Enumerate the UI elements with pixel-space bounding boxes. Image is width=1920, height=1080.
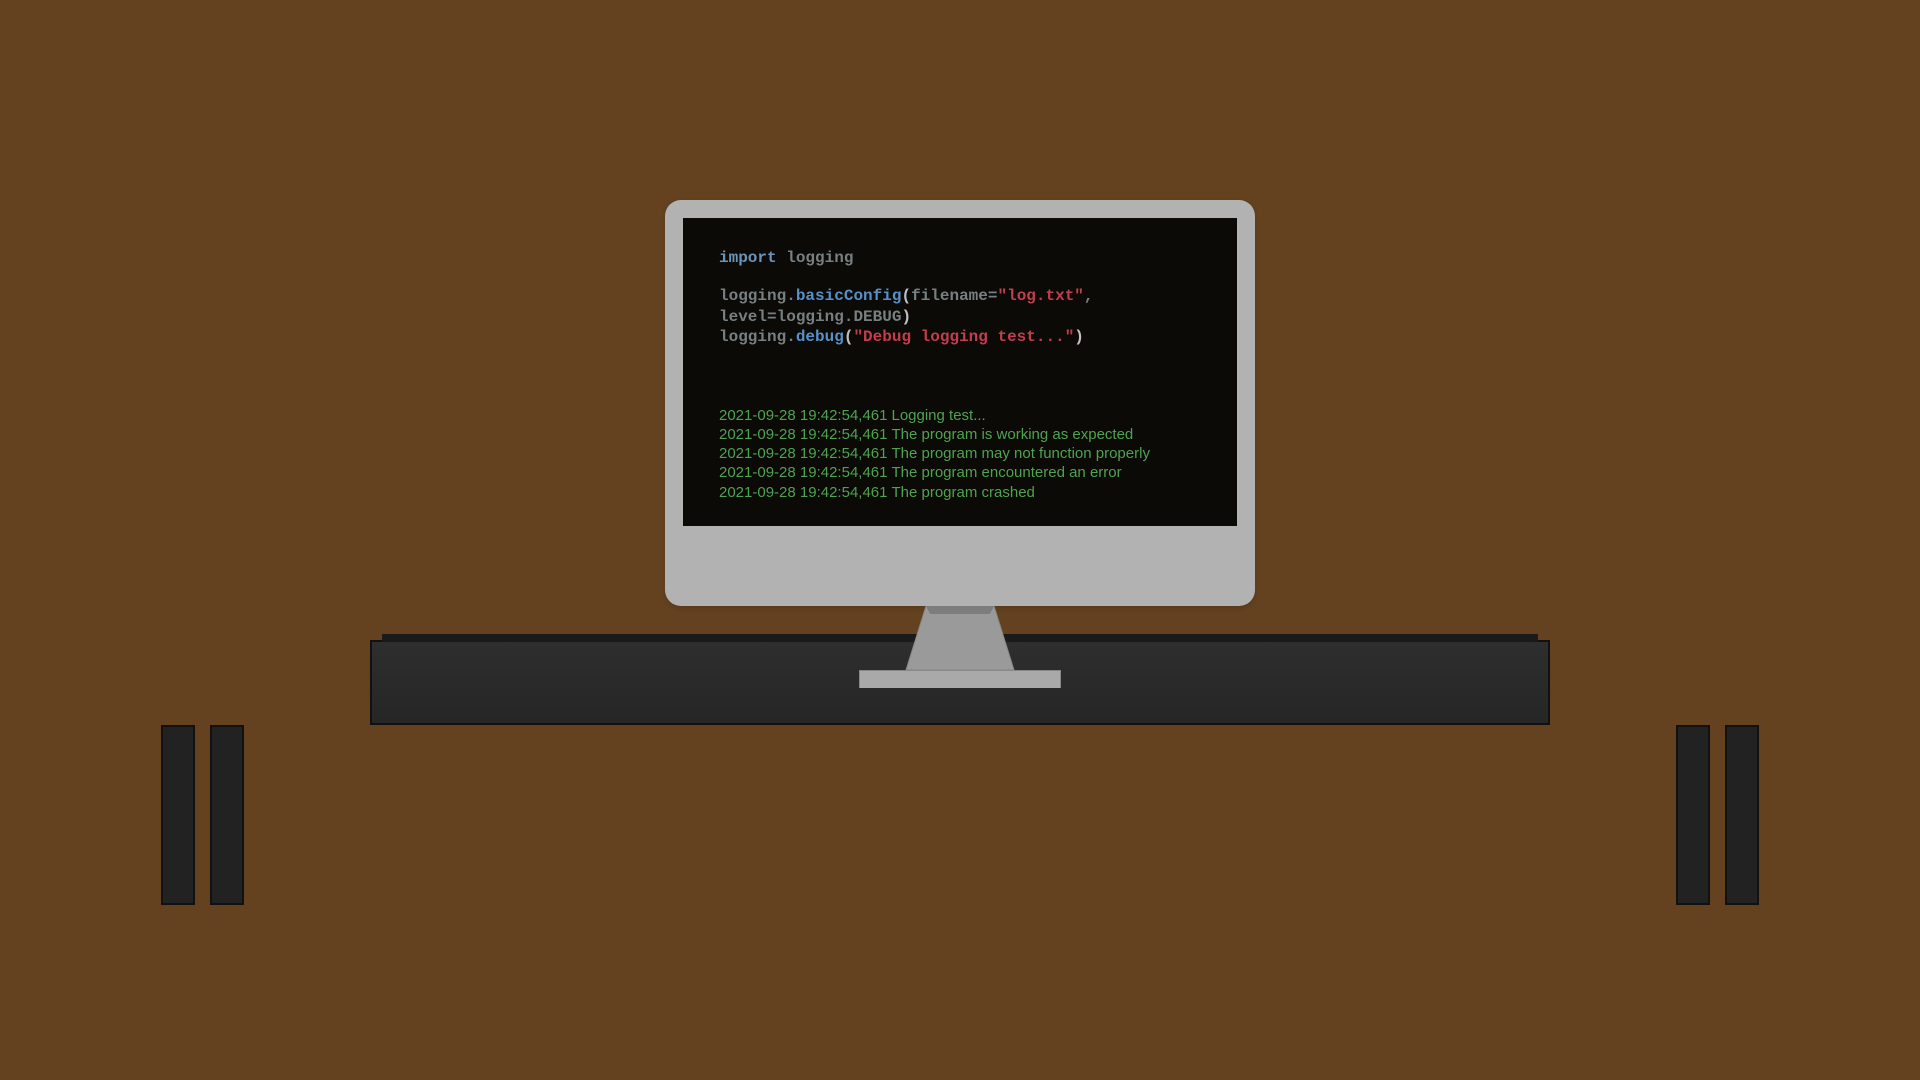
code-line: import logging [719,248,1201,268]
desk-leg [161,725,195,905]
paren-close: ) [1074,328,1084,346]
string-literal: "log.txt" [997,287,1083,305]
function-name: debug [796,328,844,346]
dot: . [844,308,854,326]
log-message: The program may not function properly [891,445,1149,462]
log-message: Logging test... [891,407,985,424]
string-literal: "Debug logging test..." [853,328,1074,346]
comma: , [1084,287,1094,305]
blank-line [719,268,1201,286]
log-line: 2021-09-28 19:42:54,461The program may n… [719,444,1201,463]
monitor-stand-neck [896,606,1024,670]
log-output: 2021-09-28 19:42:54,461Logging test... 2… [719,406,1201,502]
log-line: 2021-09-28 19:42:54,461The program crash… [719,483,1201,502]
monitor-stand-base [859,670,1061,688]
monitor-chin [683,526,1237,588]
log-timestamp: 2021-09-28 19:42:54,461 [719,484,887,501]
keyword-import: import [719,249,777,267]
log-message: The program is working as expected [891,426,1133,443]
paren-open: ( [844,328,854,346]
log-line: 2021-09-28 19:42:54,461The program encou… [719,463,1201,482]
screen: import logging logging.basicConfig(filen… [683,218,1237,544]
code-line: level=logging.DEBUG) [719,307,1201,327]
function-name: basicConfig [796,287,902,305]
log-timestamp: 2021-09-28 19:42:54,461 [719,407,887,424]
log-timestamp: 2021-09-28 19:42:54,461 [719,464,887,481]
attribute: DEBUG [853,308,901,326]
identifier: logging [719,287,786,305]
identifier: logging [719,328,786,346]
monitor-bezel: import logging logging.basicConfig(filen… [665,200,1255,606]
code-line: logging.basicConfig(filename="log.txt", [719,286,1201,306]
paren-open: ( [901,287,911,305]
code-block: import logging logging.basicConfig(filen… [719,248,1201,348]
log-line: 2021-09-28 19:42:54,461Logging test... [719,406,1201,425]
desk-leg [1725,725,1759,905]
desk-leg [1676,725,1710,905]
kwarg-name: filename= [911,287,997,305]
module-name: logging [786,249,853,267]
monitor: import logging logging.basicConfig(filen… [665,200,1255,688]
dot: . [786,328,796,346]
log-timestamp: 2021-09-28 19:42:54,461 [719,445,887,462]
identifier: logging [777,308,844,326]
desk-leg [210,725,244,905]
log-message: The program crashed [891,484,1034,501]
log-line: 2021-09-28 19:42:54,461The program is wo… [719,425,1201,444]
code-line: logging.debug("Debug logging test...") [719,327,1201,347]
log-message: The program encountered an error [891,464,1121,481]
paren-close: ) [901,308,911,326]
log-timestamp: 2021-09-28 19:42:54,461 [719,426,887,443]
dot: . [786,287,796,305]
kwarg-name: level= [719,308,777,326]
space [777,249,787,267]
